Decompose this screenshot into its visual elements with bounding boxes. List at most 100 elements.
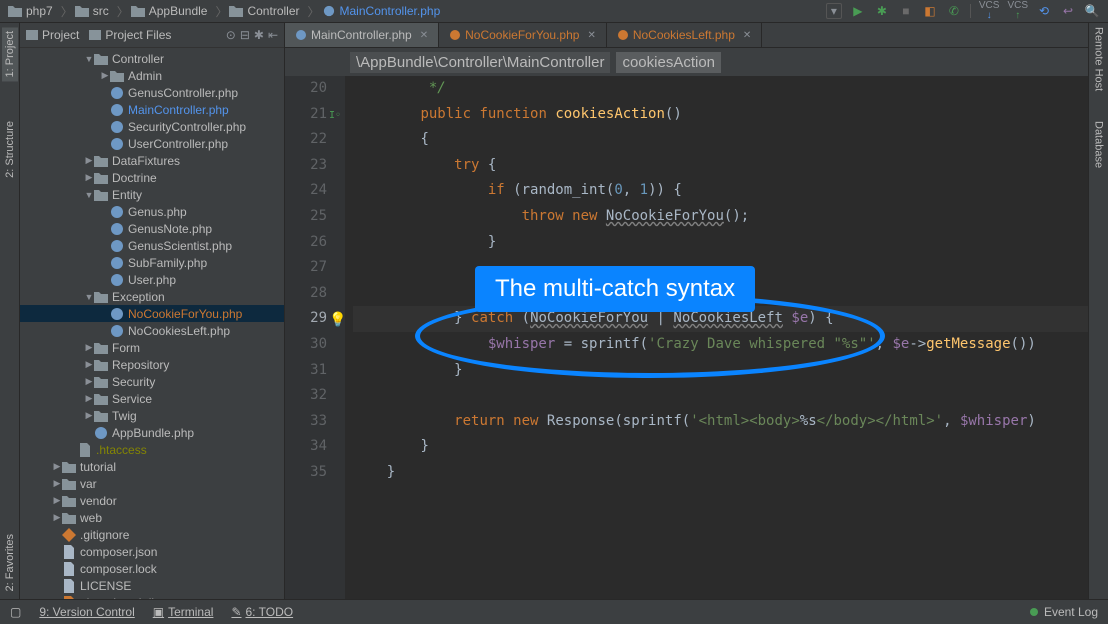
php-icon — [110, 205, 124, 219]
php-icon — [110, 120, 124, 134]
php-icon — [110, 103, 124, 117]
tree-row[interactable]: ▶var — [20, 475, 284, 492]
rail-structure[interactable]: 2: Structure — [4, 121, 16, 178]
editor-tab[interactable]: NoCookieForYou.php✕ — [439, 23, 607, 47]
tree-row[interactable]: ▶Doctrine — [20, 169, 284, 186]
tree-row[interactable]: Genus.php — [20, 203, 284, 220]
tree-row[interactable]: ▼Controller — [20, 50, 284, 67]
xml-icon — [62, 596, 76, 600]
tree-row[interactable]: GenusScientist.php — [20, 237, 284, 254]
close-icon[interactable]: ✕ — [420, 30, 428, 41]
rail-favorites[interactable]: 2: Favorites — [4, 534, 16, 591]
dir-icon — [94, 341, 108, 355]
tree-row[interactable]: ▶tutorial — [20, 458, 284, 475]
toolbar-right: ▾ ▶ ✱ ■ ◧ ✆ VCS↓ VCS↑ ⟲ ↩ 🔍 — [826, 1, 1100, 21]
tree-row[interactable]: NoCookiesLeft.php — [20, 322, 284, 339]
tree-row[interactable]: GenusController.php — [20, 84, 284, 101]
php-icon — [94, 426, 108, 440]
bottom-todo[interactable]: ✎6: TODO — [231, 605, 293, 619]
tree-row[interactable]: ▶vendor — [20, 492, 284, 509]
tree-row[interactable]: MainController.php — [20, 101, 284, 118]
code-area[interactable]: 20212223242526272829303132333435I◦💡 */ p… — [285, 76, 1088, 599]
php-icon — [110, 86, 124, 100]
tree-row[interactable]: phpunit.xml.dist — [20, 594, 284, 599]
breadcrumb-item[interactable]: php7 — [8, 4, 53, 18]
close-icon[interactable]: ✕ — [587, 30, 595, 41]
tool-window-toggle[interactable]: ▢ — [10, 605, 21, 619]
bottom-version-control[interactable]: 9: Version Control — [39, 605, 134, 619]
tree-row[interactable]: ▶web — [20, 509, 284, 526]
tree-row[interactable]: GenusNote.php — [20, 220, 284, 237]
editor-tab[interactable]: MainController.php✕ — [285, 23, 439, 47]
tree-row[interactable]: SubFamily.php — [20, 254, 284, 271]
tree-row[interactable]: AppBundle.php — [20, 424, 284, 441]
breadcrumb-item[interactable]: MainController.php — [322, 4, 441, 18]
tree-row[interactable]: ▶Admin — [20, 67, 284, 84]
tree-row[interactable]: ▶Form — [20, 339, 284, 356]
rail-remote-host[interactable]: Remote Host — [1093, 27, 1105, 91]
tree-row[interactable]: .gitignore — [20, 526, 284, 543]
dir-icon — [62, 477, 76, 491]
tree-row[interactable]: composer.lock — [20, 560, 284, 577]
code-text[interactable]: */ public function cookiesAction() { try… — [345, 76, 1088, 599]
gear-icon[interactable]: ✱ — [254, 28, 264, 42]
tree-row[interactable]: ▶Twig — [20, 407, 284, 424]
rail-project[interactable]: 1: Project — [2, 27, 18, 81]
tree-row[interactable]: ▶Repository — [20, 356, 284, 373]
run-config-dropdown[interactable]: ▾ — [826, 3, 842, 19]
debug-icon[interactable]: ✱ — [874, 3, 890, 19]
navigation-bar: php7〉src〉AppBundle〉Controller〉MainContro… — [0, 0, 1108, 23]
php-icon — [110, 239, 124, 253]
bulb-icon[interactable]: 💡 — [329, 308, 346, 334]
php-icon — [110, 324, 124, 338]
history-icon[interactable]: ⟲ — [1036, 3, 1052, 19]
breadcrumb-item[interactable]: src — [75, 4, 109, 18]
coverage-icon[interactable]: ◧ — [922, 3, 938, 19]
close-icon[interactable]: ✕ — [743, 30, 751, 41]
file-icon — [78, 443, 92, 457]
php-icon — [110, 273, 124, 287]
php-icon — [110, 256, 124, 270]
tree-row[interactable]: NoCookieForYou.php — [20, 305, 284, 322]
tree-row[interactable]: ▶Security — [20, 373, 284, 390]
collapse-all-icon[interactable]: ⊟ — [240, 28, 250, 42]
stop-icon: ■ — [898, 3, 914, 19]
vcs-commit[interactable]: VCS↑ — [1007, 1, 1028, 21]
tree-row[interactable]: ▼Entity — [20, 186, 284, 203]
tree-row[interactable]: UserController.php — [20, 135, 284, 152]
editor-tab[interactable]: NoCookiesLeft.php✕ — [607, 23, 762, 47]
project-files-tab[interactable]: Project Files — [89, 28, 171, 42]
tree-row[interactable]: LICENSE — [20, 577, 284, 594]
breadcrumb[interactable]: \AppBundle\Controller\MainController coo… — [285, 48, 1088, 76]
hide-icon[interactable]: ⇤ — [268, 28, 278, 42]
tree-row[interactable]: ▶DataFixtures — [20, 152, 284, 169]
php-icon — [110, 137, 124, 151]
scroll-from-source-icon[interactable]: ⊙ — [226, 28, 236, 42]
dir-icon — [94, 375, 108, 389]
tree-row[interactable]: SecurityController.php — [20, 118, 284, 135]
tree-row[interactable]: ▼Exception — [20, 288, 284, 305]
tree-row[interactable]: User.php — [20, 271, 284, 288]
search-icon[interactable]: 🔍 — [1084, 3, 1100, 19]
breadcrumb-item[interactable]: Controller — [229, 4, 299, 18]
tree-row[interactable]: composer.json — [20, 543, 284, 560]
gutter[interactable]: 20212223242526272829303132333435I◦💡 — [285, 76, 345, 599]
dir-icon — [94, 392, 108, 406]
status-ok-icon — [1030, 608, 1038, 616]
tree-row[interactable]: .htaccess — [20, 441, 284, 458]
dir-icon — [62, 460, 76, 474]
php-icon — [110, 307, 124, 321]
override-icon[interactable]: I◦ — [329, 103, 341, 129]
file-tree[interactable]: ▼Controller▶AdminGenusController.phpMain… — [20, 48, 284, 599]
vcs-update[interactable]: VCS↓ — [979, 1, 1000, 21]
event-log[interactable]: Event Log — [1044, 605, 1098, 619]
dir-icon — [94, 409, 108, 423]
rail-database[interactable]: Database — [1093, 121, 1105, 168]
run-icon[interactable]: ▶ — [850, 3, 866, 19]
revert-icon[interactable]: ↩ — [1060, 3, 1076, 19]
breadcrumb-item[interactable]: AppBundle — [131, 4, 208, 18]
project-tab[interactable]: Project — [26, 28, 79, 42]
bottom-terminal[interactable]: ▣Terminal — [153, 605, 214, 619]
listen-icon[interactable]: ✆ — [946, 3, 962, 19]
tree-row[interactable]: ▶Service — [20, 390, 284, 407]
